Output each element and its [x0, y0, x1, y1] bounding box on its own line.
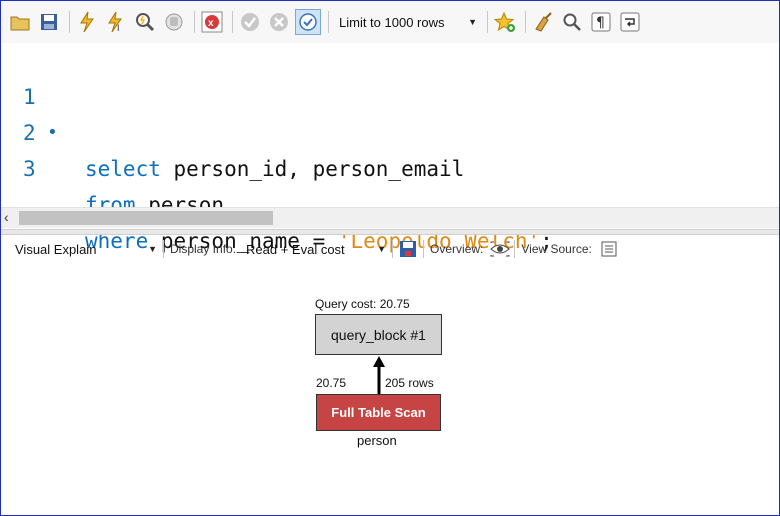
magnifier-lightning-icon [136, 13, 155, 32]
chevron-down-icon: ▼ [468, 17, 477, 27]
explain-mode-value: Visual Explain [15, 241, 97, 257]
execute-button[interactable] [74, 9, 100, 35]
chevron-down-icon: ▼ [377, 244, 387, 254]
svg-text:I: I [117, 23, 120, 33]
editor-line[interactable]: 3 where person_name = 'Leopoldo Welch'; [1, 115, 553, 253]
view-source-label: View Source: [521, 242, 592, 256]
display-info-value: Read + Eval cost [246, 241, 345, 257]
toolbar-separator [392, 240, 394, 258]
save-icon [400, 241, 417, 257]
autocommit-toggle[interactable] [295, 9, 321, 35]
search-icon [563, 13, 581, 31]
save-button[interactable] [36, 9, 62, 35]
commit-button[interactable] [237, 9, 263, 35]
chevron-down-icon: ▼ [148, 244, 157, 254]
explain-toolbar: Visual Explain ▼ Display Info: Read + Ev… [1, 235, 779, 263]
toolbar-separator [525, 11, 526, 33]
scan-label: Full Table Scan [331, 405, 426, 420]
toolbar-separator [328, 11, 329, 33]
eye-icon [490, 241, 511, 257]
overview-label: Overview: [430, 242, 484, 256]
find-button[interactable] [559, 9, 585, 35]
pilcrow-icon: ¶ [591, 12, 611, 32]
display-info-select[interactable]: Read + Eval cost ▼ [242, 238, 392, 260]
toolbar-separator [194, 11, 195, 33]
editor-line[interactable]: 1 • select person_id, person_email [1, 43, 464, 181]
table-name-label: person [357, 433, 397, 448]
stop-on-error-button[interactable]: x [199, 9, 225, 35]
checkmark-icon [241, 13, 259, 31]
toolbar-separator [69, 11, 70, 33]
query-block-label: query_block #1 [331, 326, 426, 343]
editor-toolbar: I x Limit to 1000 rows ▼ ¶ [1, 1, 779, 43]
limit-rows-value: Limit to 1000 rows [339, 14, 445, 30]
query-cost-label: Query cost: 20.75 [315, 297, 410, 311]
beautify-button[interactable] [530, 9, 556, 35]
wrap-lines-button[interactable] [617, 9, 643, 35]
hand-stop-icon [165, 13, 183, 31]
rows-count-label: 205 rows [385, 376, 434, 390]
limit-rows-select[interactable]: Limit to 1000 rows ▼ [333, 11, 483, 33]
document-lines-icon [601, 241, 617, 257]
star-add-icon [494, 11, 515, 32]
explain-mode-select[interactable]: Visual Explain ▼ [1, 238, 163, 260]
wrap-icon [620, 12, 640, 32]
editor-line[interactable]: 2 from person [1, 79, 224, 217]
folder-icon [10, 16, 30, 31]
visual-explain-diagram: Query cost: 20.75 query_block #1 20.75 2… [1, 263, 779, 515]
invisible-chars-button[interactable]: ¶ [588, 9, 614, 35]
execute-current-button[interactable]: I [103, 9, 129, 35]
toolbar-separator [487, 11, 488, 33]
code-text: select person_id, person_email [85, 151, 464, 187]
toolbar-separator [232, 11, 233, 33]
sql-editor[interactable]: 1 • select person_id, person_email 2 fro… [1, 43, 779, 253]
rollback-button[interactable] [266, 9, 292, 35]
stop-error-icon: x [201, 11, 223, 33]
cancel-circle-icon [270, 13, 288, 31]
overview-button[interactable] [489, 238, 511, 260]
sql-keyword: select [85, 157, 161, 181]
sql-editor-window: I x Limit to 1000 rows ▼ ¶ 1 • select pe… [0, 0, 780, 516]
save-icon [41, 14, 57, 30]
scroll-left-icon[interactable]: ‹ [4, 208, 9, 226]
svg-text:¶: ¶ [596, 15, 605, 31]
query-block-node[interactable]: query_block #1 [315, 314, 442, 355]
stop-button[interactable] [161, 9, 187, 35]
svg-text:x: x [208, 18, 214, 29]
add-snippet-button[interactable] [492, 9, 518, 35]
editor-horizontal-scrollbar[interactable]: ‹ [1, 207, 779, 228]
scrollbar-thumb[interactable] [19, 211, 273, 225]
toolbar-separator [163, 240, 164, 258]
lightning-cursor-icon: I [108, 11, 122, 33]
save-plan-button[interactable] [397, 238, 419, 260]
line-number: 3 [23, 157, 36, 181]
open-folder-button[interactable] [7, 9, 33, 35]
toolbar-separator [514, 240, 516, 258]
full-table-scan-node[interactable]: Full Table Scan [316, 394, 441, 431]
autocommit-icon [299, 13, 317, 31]
row-cost-label: 20.75 [316, 376, 347, 390]
explain-button[interactable] [132, 9, 158, 35]
toolbar-separator [423, 240, 425, 258]
broom-icon [535, 12, 552, 32]
sql-text: person_id, person_email [160, 157, 465, 181]
view-source-button[interactable] [598, 238, 620, 260]
display-info-label: Display Info: [170, 242, 237, 256]
lightning-icon [80, 11, 94, 33]
